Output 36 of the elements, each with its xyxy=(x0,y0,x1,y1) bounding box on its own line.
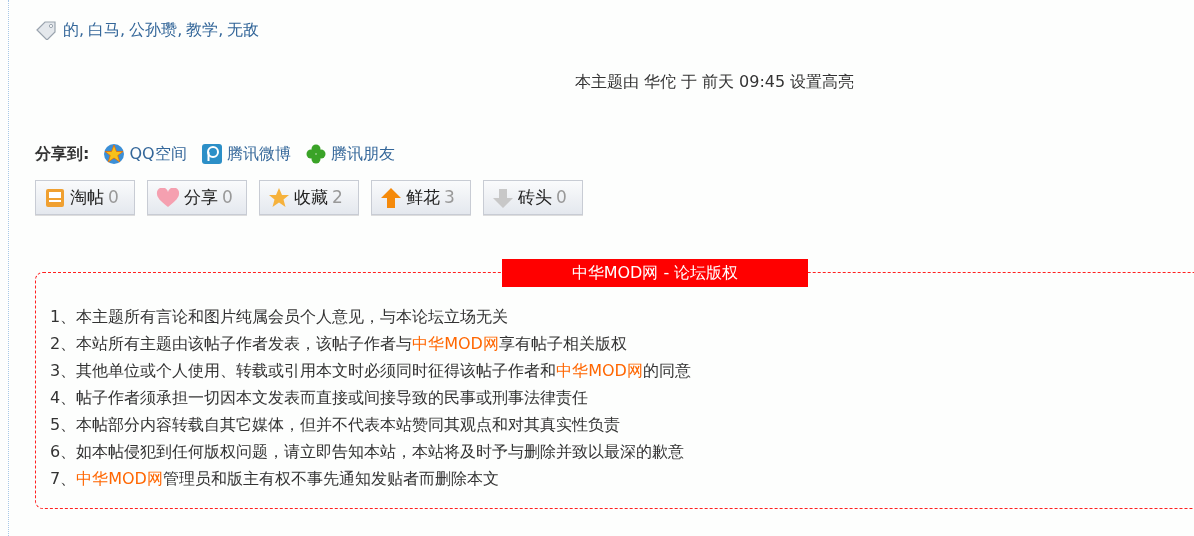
up-arrow-icon xyxy=(380,186,402,209)
highlight-notice: 本主题由 华佗 于 前天 09:45 设置高亮 xyxy=(574,71,855,93)
copyright-line: 6、如本帖侵犯到任何版权问题，请立即告知本站，本站将及时予与删除并致以最深的歉意 xyxy=(50,441,686,463)
tag-link[interactable]: 的 xyxy=(63,18,79,42)
share-link[interactable]: QQ空间 xyxy=(103,142,187,166)
copyright-line: 1、本主题所有言论和图片纯属会员个人意见，与本论坛立场无关 xyxy=(50,306,510,328)
action-button[interactable]: 淘帖 0 xyxy=(35,180,135,215)
p-logo-icon xyxy=(200,143,223,165)
copyright-title: 中华MOD网 - 论坛版权 xyxy=(502,259,808,287)
star-badge-icon xyxy=(103,143,126,165)
separator: , xyxy=(120,19,126,41)
share-link[interactable]: 腾讯朋友 xyxy=(304,142,395,166)
tag-link[interactable]: 无敌 xyxy=(227,18,260,42)
share-label: 分享到: xyxy=(35,143,90,165)
action-button[interactable]: 砖头 0 xyxy=(483,180,583,215)
copyright-line: 3、其他单位或个人使用、转载或引用本文时必须同时征得该帖子作者和中华MOD网的同意 xyxy=(50,360,692,382)
copyright-line: 2、本站所有主题由该帖子作者发表，该帖子作者与中华MOD网享有帖子相关版权 xyxy=(50,333,628,355)
tag-icon xyxy=(35,20,57,40)
tag-link[interactable]: 白马 xyxy=(88,18,121,42)
copyright-line: 7、中华MOD网管理员和版主有权不事先通知发贴者而删除本文 xyxy=(50,468,500,490)
action-button[interactable]: 分享 0 xyxy=(147,180,247,215)
action-button[interactable]: 鲜花 3 xyxy=(371,180,471,215)
clover-icon xyxy=(304,143,327,165)
copyright-line: 4、帖子作者须承担一切因本文发表而直接或间接导致的民事或刑事法律责任 xyxy=(50,387,590,409)
down-arrow-icon xyxy=(492,186,514,209)
share-link[interactable]: 腾讯微博 xyxy=(200,142,291,166)
separator: , xyxy=(218,19,224,41)
separator: , xyxy=(177,19,183,41)
tag-link[interactable]: 公孙瓒 xyxy=(129,18,178,42)
star-icon xyxy=(268,186,290,209)
tray-icon xyxy=(44,186,66,209)
tag-link[interactable]: 教学 xyxy=(186,18,219,42)
copyright-line: 5、本帖部分内容转载自其它媒体，但并不代表本站赞同其观点和对其真实性负责 xyxy=(50,414,622,436)
action-button[interactable]: 收藏 2 xyxy=(259,180,359,215)
heart-icon xyxy=(156,187,180,208)
separator: , xyxy=(79,19,85,41)
